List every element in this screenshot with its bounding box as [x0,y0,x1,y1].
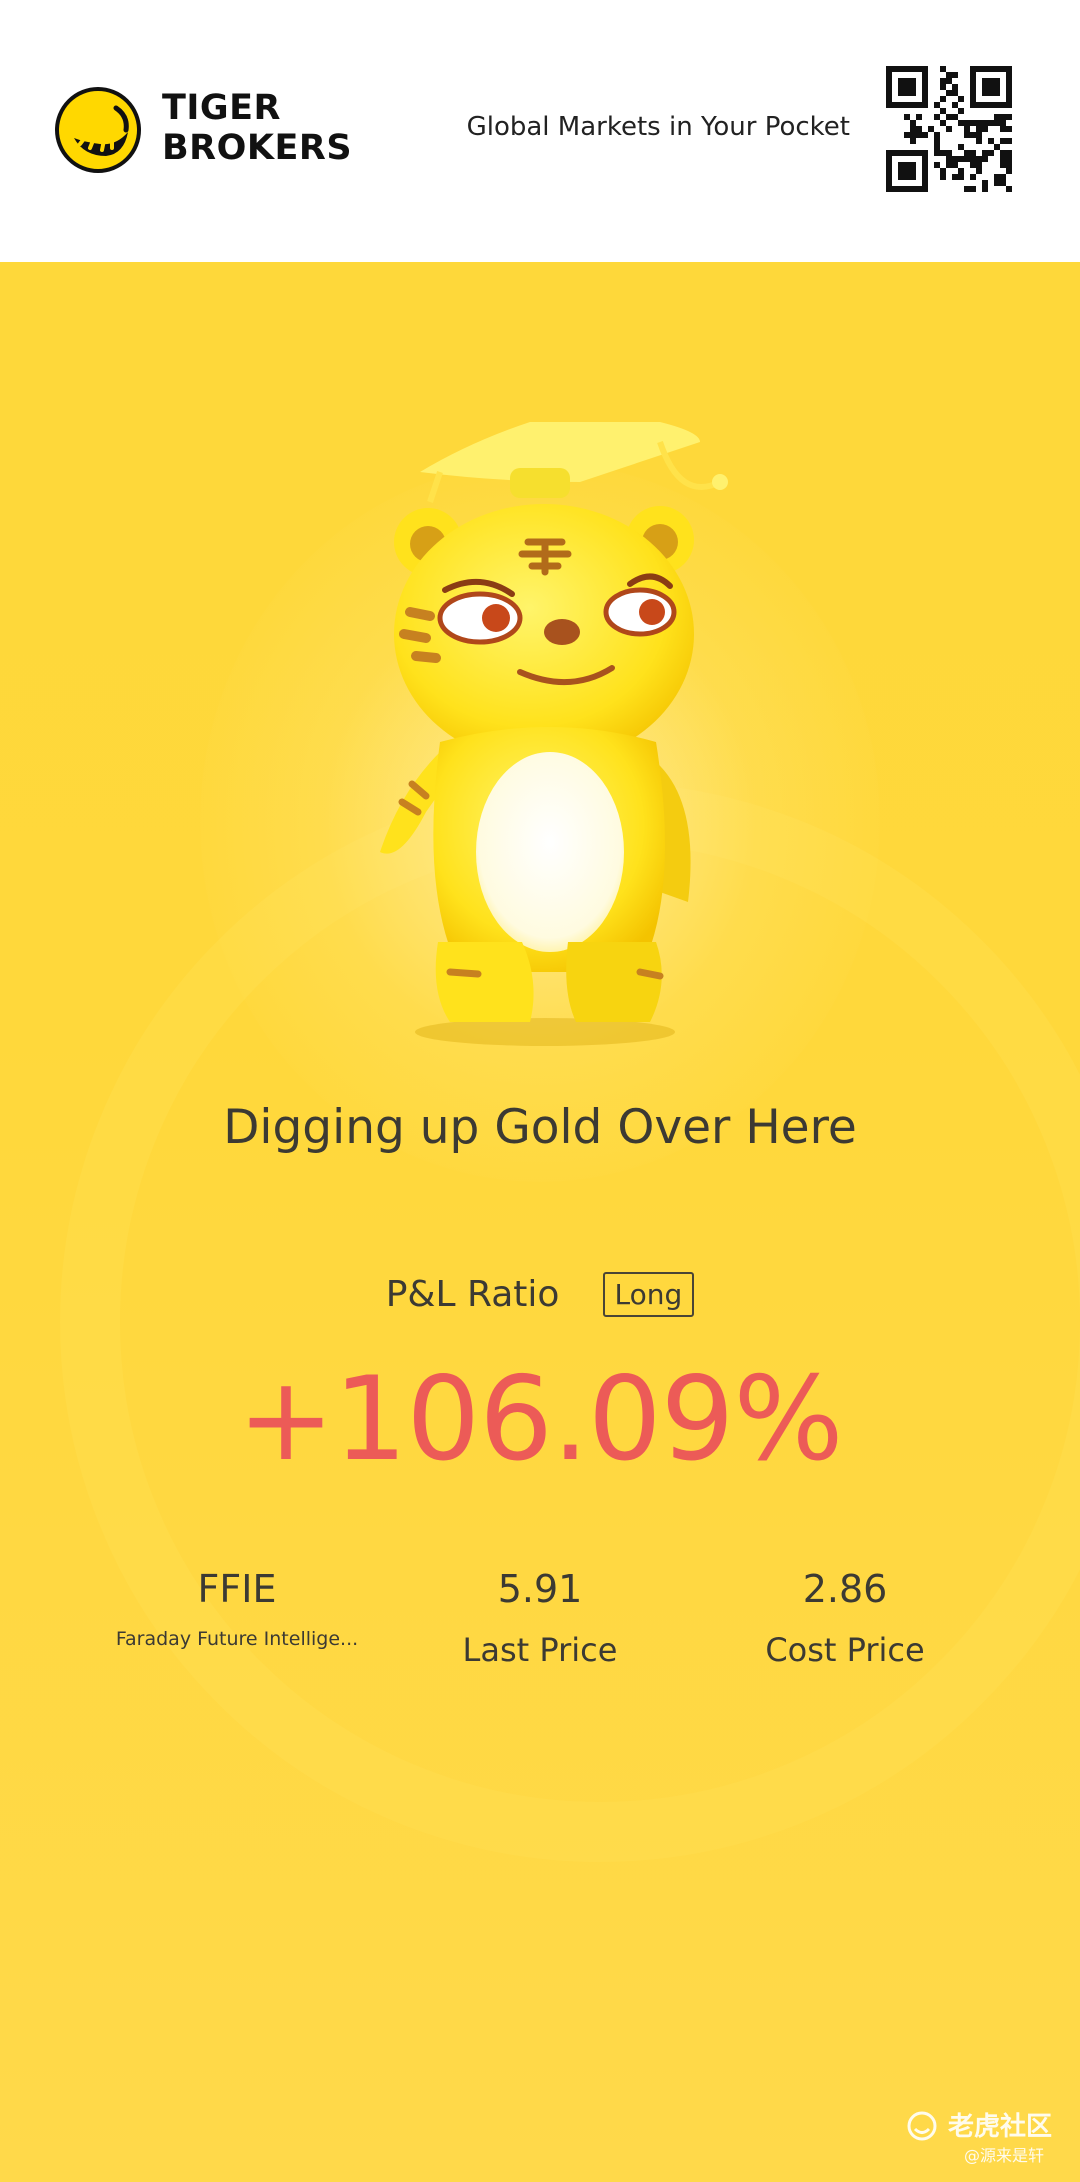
pl-ratio-row: P&L Ratio Long [0,1272,1080,1317]
tiger-logo-icon [55,87,141,173]
app-header: TIGER BROKERS Global Markets in Your Poc… [0,0,1080,262]
cost-price-value: 2.86 [802,1567,888,1611]
brand-name: TIGER BROKERS [162,88,382,168]
last-price-value: 5.91 [497,1567,583,1611]
brand-line2: BROKERS [162,128,353,168]
pl-ratio-label: P&L Ratio [385,1274,560,1315]
position-badge: Long [602,1272,695,1317]
community-watermark: 老虎社区 @源来是轩 [900,2098,1070,2168]
watermark-title: 老虎社区 [948,2112,1053,2142]
tiger-community-icon [907,2111,937,2141]
pl-ratio-value: +106.09% [237,1352,843,1487]
brand-line1: TIGER [162,88,281,128]
watermark-handle: @源来是轩 [964,2146,1045,2165]
last-price-label: Last Price [462,1631,618,1669]
headline: Digging up Gold Over Here [223,1100,857,1155]
tagline: Global Markets in Your Pocket [466,112,850,142]
last-price-stat: 5.91 Last Price [375,1562,705,1672]
company-name: Faraday Future Intellige... [115,1628,359,1650]
tiger-mascot-illustration [380,422,728,1046]
stock-symbol-stat: FFIE Faraday Future Intellige... [72,1562,402,1654]
qr-code-icon [886,66,1012,192]
share-poster: Digging up Gold Over Here P&L Ratio Long… [0,262,1080,2182]
cost-price-stat: 2.86 Cost Price [680,1562,1010,1672]
cost-price-label: Cost Price [765,1631,925,1669]
stock-symbol: FFIE [197,1567,277,1611]
